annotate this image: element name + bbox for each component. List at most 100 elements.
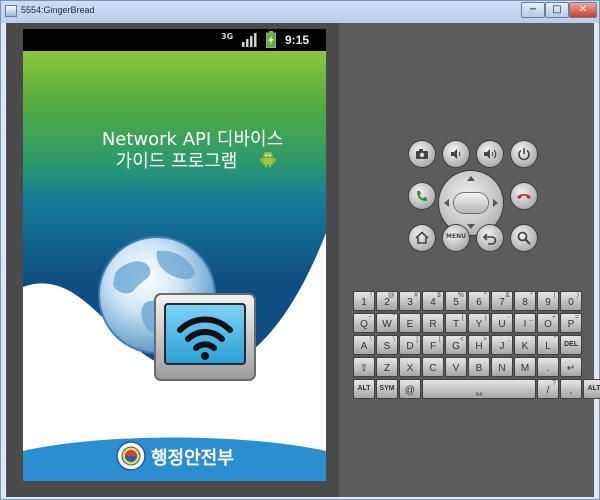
dpad-down-arrow-icon[interactable]	[467, 224, 475, 229]
back-button[interactable]	[477, 225, 503, 251]
keyboard-key[interactable]: W "	[376, 313, 398, 333]
keyboard-key[interactable]: SYM	[376, 379, 398, 399]
dpad-center-button[interactable]	[454, 193, 488, 213]
key-label: M	[520, 363, 530, 374]
key-alt-label: ?	[552, 380, 556, 387]
power-button[interactable]	[511, 141, 537, 167]
close-button[interactable]: ✕	[569, 2, 597, 18]
keyboard-key[interactable]: X	[399, 357, 421, 377]
keyboard-key[interactable]: U-	[491, 313, 513, 333]
keyboard-key[interactable]: F[	[422, 335, 444, 355]
menu-button[interactable]: MENU	[443, 225, 469, 251]
key-alt-label: \	[393, 336, 395, 343]
keyboard-key[interactable]: 8 *	[514, 291, 536, 311]
keyboard-key[interactable]: I _	[514, 313, 536, 333]
key-alt-label: `	[438, 314, 441, 321]
app-title-line-2: 가이드 프로그램	[115, 151, 238, 172]
keyboard-key[interactable]: E ´	[399, 313, 421, 333]
keyboard-key[interactable]: N	[491, 357, 513, 377]
keyboard-key[interactable]: @	[399, 379, 421, 399]
key-label: Z	[383, 363, 391, 374]
keyboard-key[interactable]: ␣	[422, 379, 536, 399]
status-bar: 3G 9:15	[23, 29, 326, 51]
search-button[interactable]	[511, 225, 537, 251]
volume-down-button[interactable]	[443, 141, 469, 167]
title-bar[interactable]: 5554:GingerBread − □ ✕	[1, 1, 599, 23]
government-emblem-icon	[116, 441, 146, 471]
keyboard-key[interactable]: K:	[514, 335, 536, 355]
keyboard-key[interactable]: C	[422, 357, 444, 377]
keyboard-key[interactable]: O +	[537, 313, 559, 333]
keyboard-key[interactable]: .	[537, 357, 559, 377]
key-alt-label: ^	[483, 292, 487, 299]
keyboard-key[interactable]: 6 ^	[468, 291, 490, 311]
key-alt-label: (	[553, 292, 556, 299]
keyboard-key[interactable]: Y}	[468, 313, 490, 333]
power-icon	[518, 148, 530, 161]
key-alt-label: _	[529, 314, 533, 321]
keyboard-key[interactable]: A \	[353, 335, 375, 355]
keyboard-key[interactable]: L "	[537, 335, 559, 355]
dpad-left-arrow-icon[interactable]	[444, 199, 449, 207]
keyboard-key[interactable]: J;	[491, 335, 513, 355]
keyboard-key[interactable]: 2 @	[376, 291, 398, 311]
qwerty-keyboard: 1! 2 @3 #4 $5% 6 ^ 7 & 8 * 9(0) Q ~ W " E ´ R ` T{Y} U - I _ O + P =…	[353, 291, 600, 403]
key-alt-label: ~	[367, 314, 372, 321]
keyboard-key[interactable]: Z	[376, 357, 398, 377]
keyboard-key[interactable]: P =	[560, 313, 582, 333]
keyboard-key[interactable]: 7 &	[491, 291, 513, 311]
key-alt-label: !	[370, 292, 372, 299]
keyboard-key[interactable]: 0)	[560, 291, 582, 311]
maximize-button[interactable]: □	[545, 2, 569, 18]
key-label: N	[498, 363, 506, 374]
keyboard-key[interactable]: ↵	[560, 357, 582, 377]
key-label: DEL	[564, 341, 578, 348]
dpad-up-arrow-icon[interactable]	[467, 176, 475, 181]
home-button[interactable]	[409, 225, 435, 251]
minimize-button[interactable]: −	[521, 2, 545, 18]
key-alt-label: <	[459, 336, 464, 343]
key-label: ALT	[357, 385, 371, 392]
keyboard-key[interactable]: DEL	[560, 335, 582, 355]
keyboard-key[interactable]: V	[445, 357, 467, 377]
key-label: ↵	[566, 363, 576, 374]
keyboard-key[interactable]: ALT	[353, 379, 375, 399]
ministry-name: 행정안전부	[151, 448, 234, 469]
volume-up-button[interactable]	[477, 141, 503, 167]
key-alt-label: &	[505, 292, 510, 299]
keyboard-key[interactable]: G <	[445, 335, 467, 355]
key-alt-label: "	[392, 314, 396, 321]
keyboard-key[interactable]: 9(	[537, 291, 559, 311]
keyboard-key[interactable]: 4 $	[422, 291, 444, 311]
key-alt-label: "	[553, 336, 557, 343]
end-call-button[interactable]	[511, 183, 537, 209]
keyboard-key[interactable]: M	[514, 357, 536, 377]
keyboard-key[interactable]: S \	[376, 335, 398, 355]
key-alt-label: +	[551, 314, 556, 321]
keyboard-key[interactable]: T{	[445, 313, 467, 333]
keyboard-key[interactable]: B	[468, 357, 490, 377]
key-alt-label: %	[457, 292, 464, 299]
dpad-right-arrow-icon[interactable]	[493, 199, 498, 207]
key-label: C	[429, 363, 437, 374]
keyboard-key[interactable]: 1!	[353, 291, 375, 311]
key-alt-label: *	[530, 292, 533, 299]
keyboard-key[interactable]: ⇧	[353, 357, 375, 377]
emulator-window: 5554:GingerBread − □ ✕ 3G 9:15 Network A…	[0, 0, 600, 500]
key-alt-label: ´	[415, 314, 418, 321]
keyboard-key[interactable]: 5%	[445, 291, 467, 311]
key-alt-label: [	[439, 336, 441, 343]
battery-charging-icon	[266, 31, 276, 48]
keyboard-key[interactable]: /?	[537, 379, 559, 399]
camera-button[interactable]	[409, 141, 435, 167]
keyboard-key[interactable]: R `	[422, 313, 444, 333]
app-splash-screen[interactable]: Network API 디바이스 가이드 프로그램 행정안전부	[23, 51, 326, 481]
call-button[interactable]	[409, 183, 435, 209]
keyboard-key[interactable]: H >	[468, 335, 490, 355]
keyboard-key[interactable]: D]	[399, 335, 421, 355]
keyboard-key[interactable]: ,	[560, 379, 582, 399]
key-label: V	[452, 363, 460, 374]
keyboard-key[interactable]: ALT	[583, 379, 600, 399]
keyboard-key[interactable]: 3 #	[399, 291, 421, 311]
keyboard-key[interactable]: Q ~	[353, 313, 375, 333]
